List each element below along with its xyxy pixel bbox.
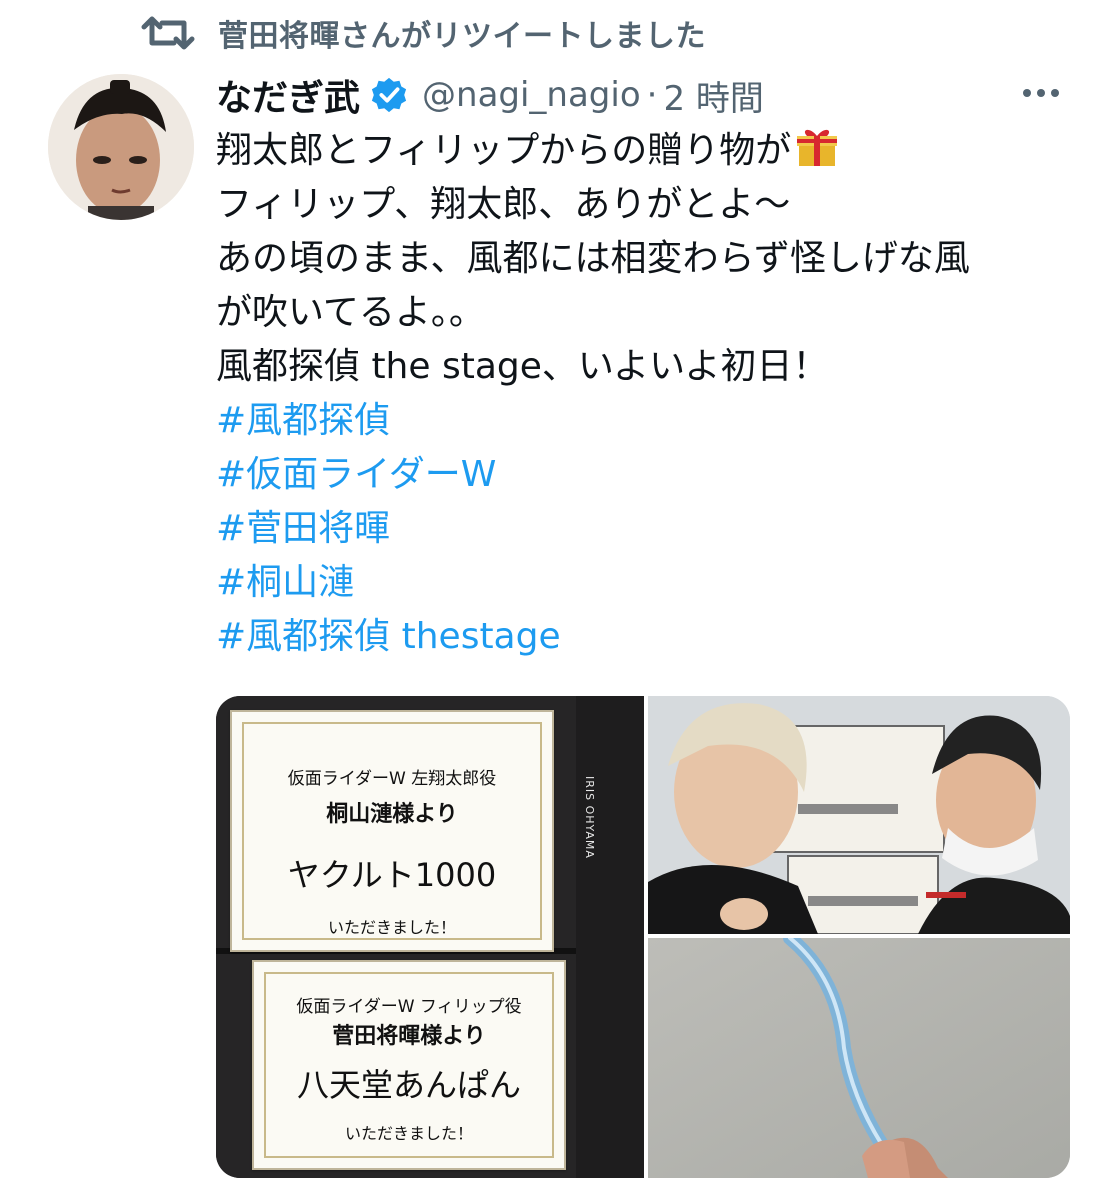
note-gift: 八天堂あんぱん <box>296 1066 521 1104</box>
note-from: 桐山漣様より <box>326 802 458 827</box>
hashtag-link[interactable]: #仮面ライダーW <box>216 448 1096 502</box>
thank-you-note: 仮面ライダーW フィリップ役 菅田将暉様より 八天堂あんぱん いただきました！ <box>252 960 566 1170</box>
retweet-indicator: 菅田将暉さんがリツイートしました <box>140 10 706 56</box>
tweet-line: 風都探偵 the stage、いよいよ初日！ <box>216 346 829 387</box>
verified-badge-icon <box>371 77 407 113</box>
avatar-image <box>48 74 194 220</box>
more-options-icon[interactable] <box>1019 78 1063 108</box>
selfie-photo <box>648 696 1070 934</box>
retweet-icon <box>141 16 195 50</box>
tweet-header: なだぎ武 @nagi_nagio · 2 時間 <box>216 70 1073 120</box>
separator-dot: · <box>646 75 658 115</box>
note-gift: ヤクルト1000 <box>287 856 497 894</box>
note-thanks: いただきました！ <box>344 1124 473 1143</box>
media-photo-selfie[interactable] <box>648 696 1070 934</box>
tweet-line: フィリップ、翔太郎、ありがとよ〜 <box>216 184 791 225</box>
avatar[interactable] <box>48 74 194 220</box>
straw-photo <box>648 938 1070 1178</box>
note-thanks: いただきました！ <box>327 918 456 937</box>
note-from: 菅田将暉様より <box>332 1024 486 1049</box>
media-grid: IRIS OHYAMA 仮面ライダーW 左翔太郎役 桐山漣様より ヤクルト100… <box>216 696 1070 1178</box>
handle[interactable]: @nagi_nagio <box>422 75 641 115</box>
tweet-line: 翔太郎とフィリップからの贈り物が <box>216 124 1096 178</box>
tweet-line: が吹いてるよ。。 <box>216 292 485 333</box>
thank-you-note: 仮面ライダーW 左翔太郎役 桐山漣様より ヤクルト1000 いただきました！ <box>230 710 554 952</box>
display-name[interactable]: なだぎ武 <box>216 69 360 121</box>
gift-icon <box>797 129 838 166</box>
timestamp[interactable]: 2 時間 <box>663 71 763 120</box>
hashtag-link[interactable]: #風都探偵 <box>216 394 1096 448</box>
media-photo-straw[interactable] <box>648 938 1070 1178</box>
note-role: 仮面ライダーW 左翔太郎役 <box>287 769 497 789</box>
hashtag-link[interactable]: #桐山漣 <box>216 556 1096 610</box>
retweet-label: 菅田将暉さんがリツイートしました <box>218 19 706 54</box>
fridge-brand-label: IRIS OHYAMA <box>583 776 596 859</box>
tweet-line: あの頃のまま、風都には相変わらず怪しげな風 <box>216 238 970 279</box>
tweet-text: 翔太郎とフィリップからの贈り物が フィリップ、翔太郎、ありがとよ〜 あの頃のまま… <box>216 124 1096 664</box>
hashtag-link[interactable]: #菅田将暉 <box>216 502 1096 556</box>
media-photo-notes[interactable]: IRIS OHYAMA 仮面ライダーW 左翔太郎役 桐山漣様より ヤクルト100… <box>216 696 644 1178</box>
hashtag-link[interactable]: #風都探偵 thestage <box>216 610 1096 664</box>
note-role: 仮面ライダーW フィリップ役 <box>296 997 522 1017</box>
